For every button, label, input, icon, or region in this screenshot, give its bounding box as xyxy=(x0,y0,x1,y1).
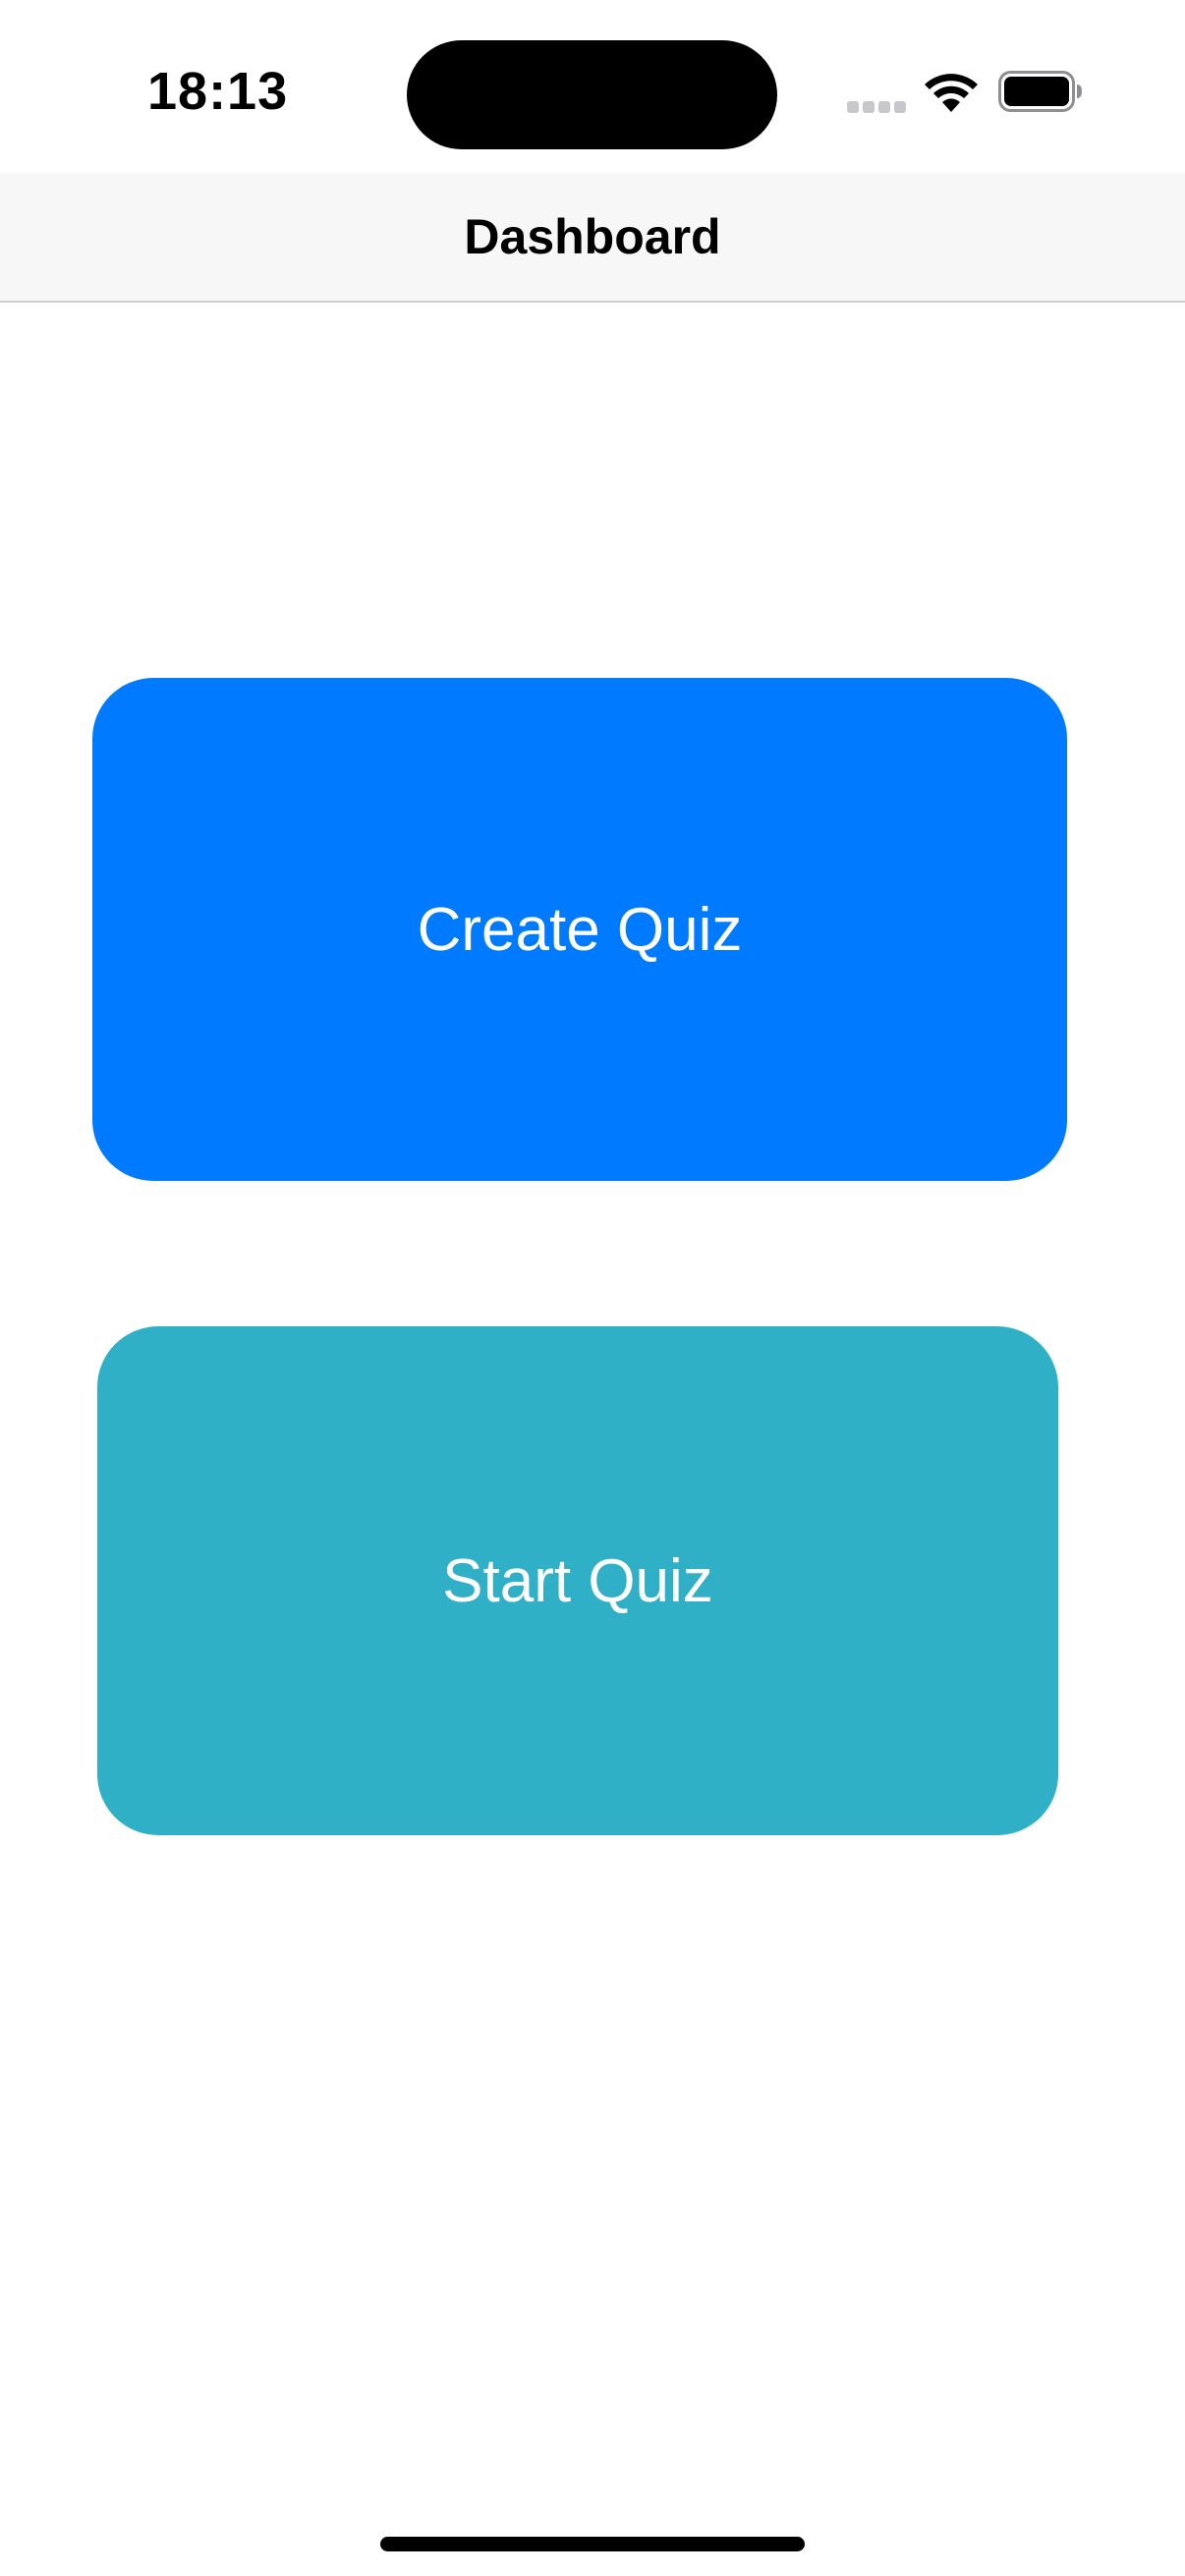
navigation-bar: Dashboard xyxy=(0,173,1185,303)
create-quiz-button[interactable]: Create Quiz xyxy=(92,678,1067,1181)
home-indicator xyxy=(380,2537,805,2551)
cellular-signal-icon xyxy=(847,101,906,113)
dashboard-screen: 18:13 Dashboard Create Quiz Start Quiz xyxy=(0,0,1185,2576)
start-quiz-button[interactable]: Start Quiz xyxy=(97,1326,1058,1835)
status-bar: 18:13 xyxy=(0,0,1185,173)
start-quiz-label: Start Quiz xyxy=(442,1546,713,1615)
create-quiz-label: Create Quiz xyxy=(417,895,743,964)
dynamic-island xyxy=(407,40,777,149)
wifi-icon xyxy=(925,74,978,112)
status-time: 18:13 xyxy=(147,62,289,121)
page-title: Dashboard xyxy=(464,209,721,264)
battery-icon xyxy=(998,71,1082,112)
